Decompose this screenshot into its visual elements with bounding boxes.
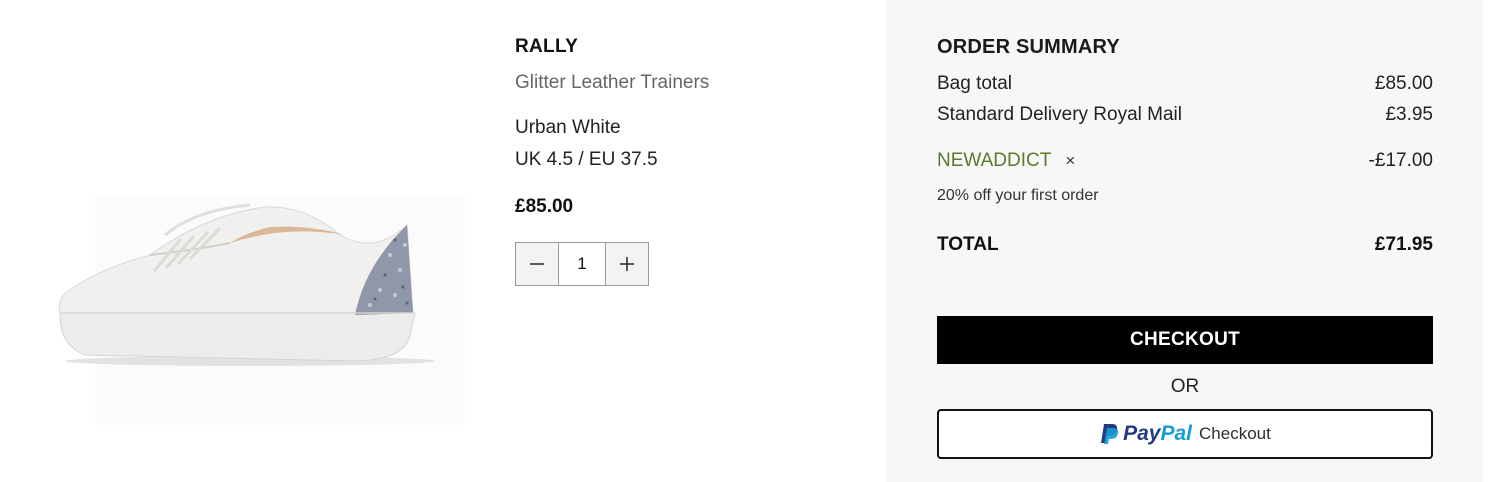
bag-total-value: £85.00 [1374, 73, 1433, 94]
paypal-pal-text: Pal [1160, 422, 1193, 445]
quantity-input[interactable]: 1 [559, 242, 605, 286]
product-price: £85.00 [515, 196, 574, 217]
paypal-pay-text: Pay [1123, 422, 1161, 445]
paypal-logo-icon [1101, 424, 1119, 444]
decrease-quantity-button[interactable] [515, 242, 559, 286]
product-image [55, 195, 465, 425]
promo-description: 20% off your first order [937, 187, 1099, 204]
delivery-row: Standard Delivery Royal Mail £3.95 [937, 104, 1433, 126]
order-summary-title: ORDER SUMMARY [937, 36, 1120, 58]
plus-icon [620, 257, 634, 271]
quantity-value: 1 [577, 254, 587, 273]
total-label: TOTAL [937, 234, 999, 255]
promo-code: NEWADDICT [937, 150, 1052, 171]
paypal-wordmark: PayPal [1123, 422, 1192, 446]
checkout-button[interactable]: CHECKOUT [937, 316, 1433, 364]
product-name: Glitter Leather Trainers [515, 72, 710, 93]
promo-row: NEWADDICT × -£17.00 [937, 150, 1433, 172]
product-size: UK 4.5 / EU 37.5 [515, 149, 658, 170]
delivery-label: Standard Delivery Royal Mail [937, 104, 1182, 125]
total-row: TOTAL £71.95 [937, 234, 1433, 256]
promo-code-group: NEWADDICT × [937, 150, 1075, 172]
increase-quantity-button[interactable] [605, 242, 649, 286]
bag-total-row: Bag total £85.00 [937, 73, 1433, 95]
delivery-value: £3.95 [1385, 104, 1433, 125]
paypal-checkout-button[interactable]: PayPal Checkout [937, 409, 1433, 459]
bag-total-label: Bag total [937, 73, 1012, 94]
quantity-stepper: 1 [515, 242, 649, 286]
paypal-checkout-label: Checkout [1199, 424, 1271, 443]
minus-icon [530, 263, 544, 265]
or-divider: OR [1170, 376, 1200, 397]
product-brand: RALLY [515, 36, 579, 57]
trainer-icon [58, 195, 465, 425]
product-colour: Urban White [515, 117, 621, 138]
total-value: £71.95 [1374, 234, 1433, 255]
promo-value: -£17.00 [1368, 150, 1433, 171]
order-summary-panel: ORDER SUMMARY Bag total £85.00 Standard … [886, 0, 1483, 482]
remove-promo-icon[interactable]: × [1065, 151, 1075, 170]
